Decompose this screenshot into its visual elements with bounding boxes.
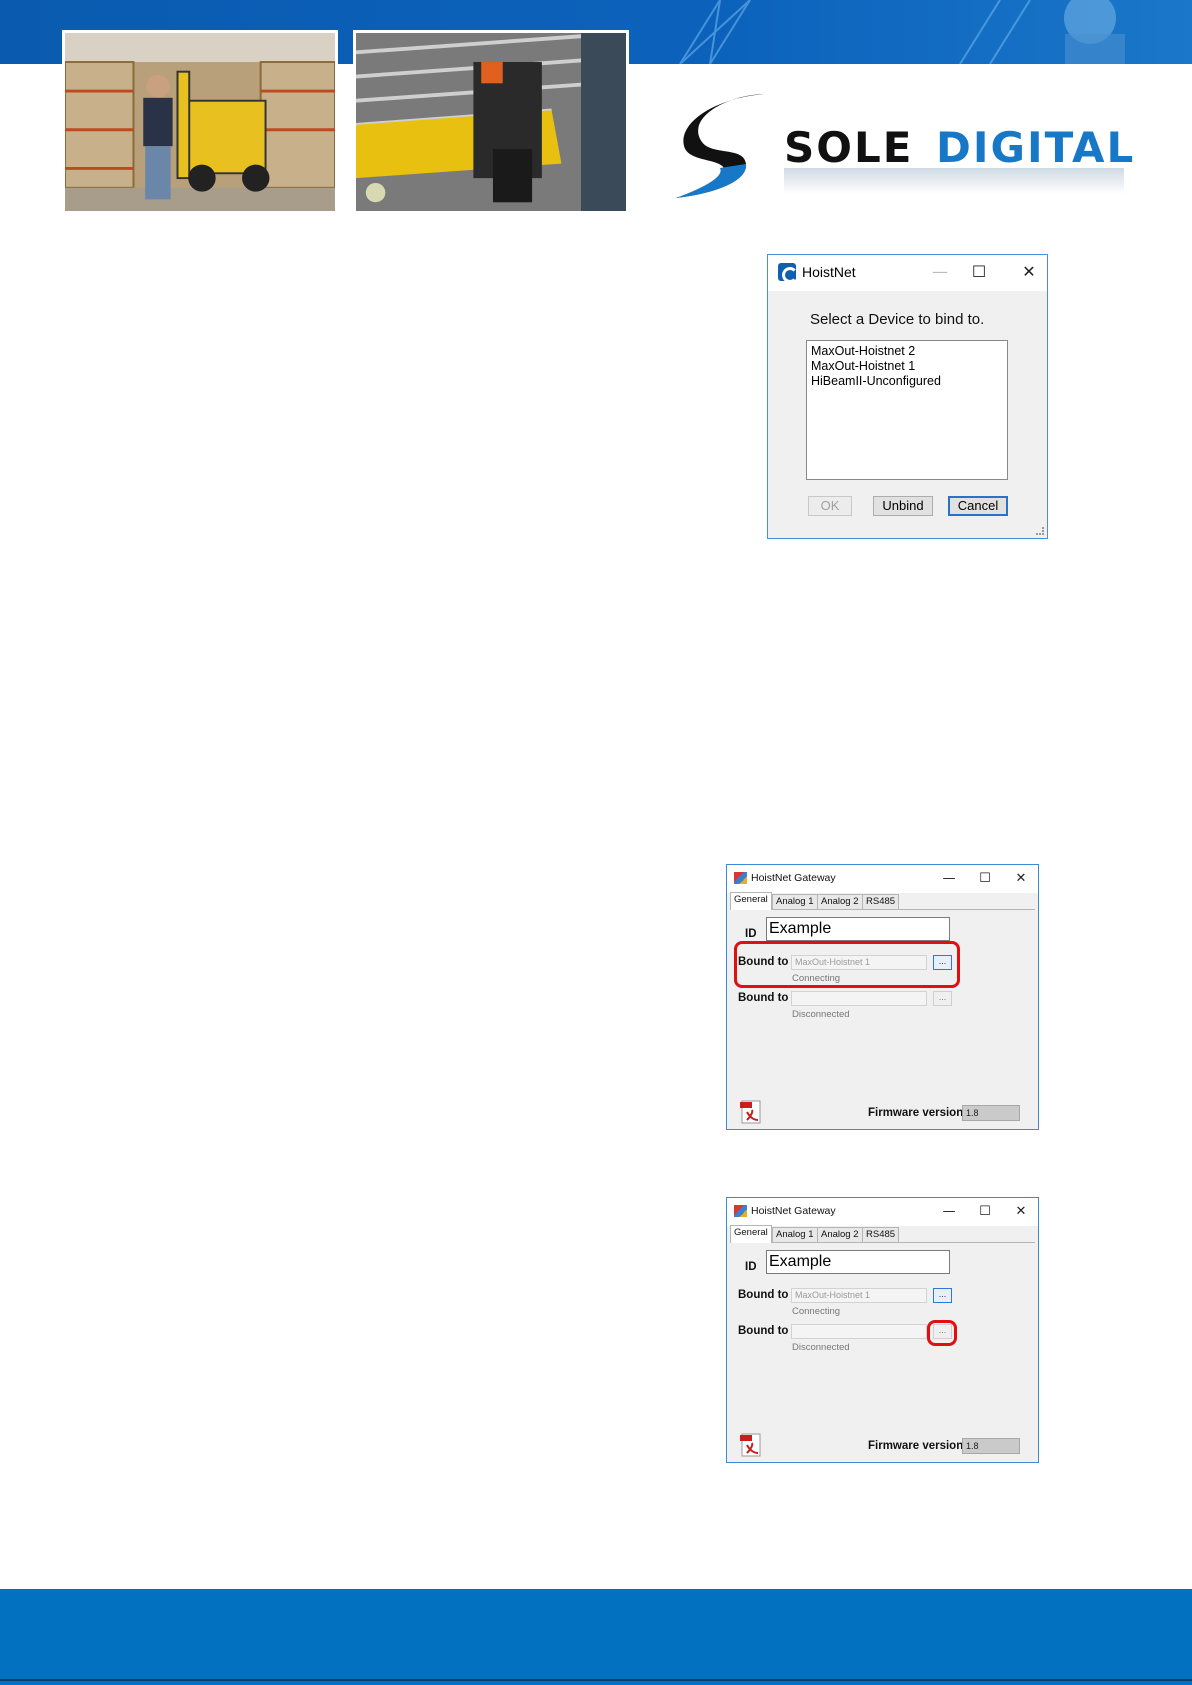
bound-to-field: MaxOut-Hoistnet 1 bbox=[791, 1288, 927, 1303]
gateway-app-icon bbox=[734, 872, 747, 884]
dialog-prompt: Select a Device to bind to. bbox=[810, 311, 985, 328]
tab-general[interactable]: General bbox=[730, 1225, 772, 1243]
tab-analog-2[interactable]: Analog 2 bbox=[817, 1227, 863, 1242]
id-label: ID bbox=[745, 1261, 757, 1273]
logo-word-sole: SOLE bbox=[784, 123, 914, 172]
hoistnet-app-icon bbox=[778, 263, 798, 283]
firmware-version-label: Firmware version bbox=[868, 1107, 964, 1119]
bind-device-dialog: HoistNet — ☐ ✕ Select a Device to bind t… bbox=[767, 254, 1048, 539]
dialog-titlebar: HoistNet — ☐ ✕ bbox=[768, 255, 1047, 291]
sole-digital-logo: SOLE DIGITAL bbox=[672, 90, 1136, 202]
gateway-app-icon bbox=[734, 1205, 747, 1217]
bound-to-label: Bound to bbox=[738, 1325, 789, 1337]
firmware-version-value: 1.8 bbox=[962, 1105, 1020, 1121]
maximize-button[interactable]: ☐ bbox=[973, 1201, 997, 1223]
crane-silhouette-graphic bbox=[679, 0, 1125, 64]
maximize-button[interactable]: ☐ bbox=[973, 868, 997, 890]
id-input[interactable]: Example bbox=[766, 1250, 950, 1274]
id-label: ID bbox=[745, 928, 757, 940]
warehouse-forklift-photo bbox=[62, 30, 338, 214]
gateway-titlebar: HoistNet Gateway — ☐ ✕ bbox=[727, 865, 1038, 893]
device-listbox[interactable]: MaxOut-Hoistnet 2 MaxOut-Hoistnet 1 HiBe… bbox=[806, 340, 1008, 480]
footer-rule bbox=[0, 1679, 1192, 1681]
bound-to-field bbox=[791, 1324, 927, 1339]
bound-to-label: Bound to bbox=[738, 992, 789, 1004]
gateway-title: HoistNet Gateway bbox=[751, 872, 836, 884]
gateway-title: HoistNet Gateway bbox=[751, 1205, 836, 1217]
highlight-first-binding bbox=[734, 941, 960, 988]
id-input[interactable]: Example bbox=[766, 917, 950, 941]
tab-rs485[interactable]: RS485 bbox=[862, 894, 900, 909]
bound-to-label: Bound to bbox=[738, 1289, 789, 1301]
device-list-item[interactable]: MaxOut-Hoistnet 2 bbox=[811, 344, 1003, 359]
device-list-item[interactable]: MaxOut-Hoistnet 1 bbox=[811, 359, 1003, 374]
overhead-crane-hoist-photo bbox=[353, 30, 629, 214]
footer-band bbox=[0, 1589, 1192, 1685]
sole-digital-swoosh-icon bbox=[676, 94, 764, 198]
connection-status: Disconnected bbox=[792, 1009, 850, 1020]
close-button[interactable]: ✕ bbox=[1009, 868, 1033, 890]
hoistnet-gateway-window: HoistNet Gateway — ☐ ✕ General Analog 1 … bbox=[726, 864, 1039, 1130]
firmware-version-label: Firmware version bbox=[868, 1440, 964, 1452]
logo-word-digital: DIGITAL bbox=[936, 123, 1136, 172]
highlight-browse-button bbox=[927, 1320, 957, 1346]
minimize-button[interactable]: — bbox=[937, 868, 961, 890]
close-button[interactable]: ✕ bbox=[1017, 261, 1041, 283]
logo-reflection bbox=[784, 168, 1124, 194]
general-tab-panel: ID Example Bound to MaxOut-Hoistnet 1 ..… bbox=[730, 1242, 1035, 1458]
cancel-button[interactable]: Cancel bbox=[948, 496, 1008, 516]
maximize-button[interactable]: ☐ bbox=[967, 261, 991, 283]
bound-to-field bbox=[791, 991, 927, 1006]
resize-grip-icon[interactable] bbox=[1036, 527, 1044, 535]
ok-button[interactable]: OK bbox=[808, 496, 852, 516]
browse-device-button[interactable]: ... bbox=[933, 1288, 952, 1303]
pdf-icon[interactable] bbox=[739, 1100, 763, 1124]
tab-general[interactable]: General bbox=[730, 892, 772, 910]
gateway-titlebar: HoistNet Gateway — ☐ ✕ bbox=[727, 1198, 1038, 1226]
tab-rs485[interactable]: RS485 bbox=[862, 1227, 900, 1242]
device-list-item[interactable]: HiBeamII-Unconfigured bbox=[811, 374, 1003, 389]
minimize-button[interactable]: — bbox=[928, 261, 952, 283]
browse-device-button[interactable]: ... bbox=[933, 991, 952, 1006]
tab-analog-1[interactable]: Analog 1 bbox=[772, 894, 818, 909]
tab-analog-2[interactable]: Analog 2 bbox=[817, 894, 863, 909]
connection-status: Disconnected bbox=[792, 1342, 850, 1353]
tab-analog-1[interactable]: Analog 1 bbox=[772, 1227, 818, 1242]
hoistnet-gateway-window: HoistNet Gateway — ☐ ✕ General Analog 1 … bbox=[726, 1197, 1039, 1463]
pdf-icon[interactable] bbox=[739, 1433, 763, 1457]
unbind-button[interactable]: Unbind bbox=[873, 496, 933, 516]
connection-status: Connecting bbox=[792, 1306, 841, 1317]
dialog-title: HoistNet bbox=[802, 264, 856, 280]
firmware-version-value: 1.8 bbox=[962, 1438, 1020, 1454]
minimize-button[interactable]: — bbox=[937, 1201, 961, 1223]
close-button[interactable]: ✕ bbox=[1009, 1201, 1033, 1223]
